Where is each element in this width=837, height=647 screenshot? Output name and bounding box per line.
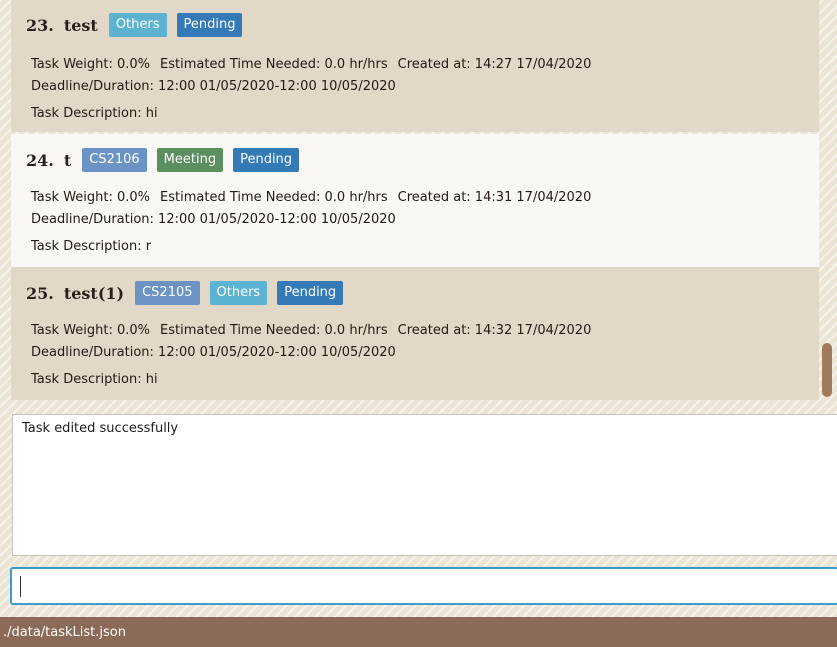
task-index: 24. [26,150,54,170]
status-badge: Pending [233,148,300,172]
module-badge: CS2106 [82,148,147,172]
task-header: 24. t CS2106 Meeting Pending [26,147,309,173]
task-deadline: Deadline/Duration: 12:00 01/05/2020-12:0… [31,79,396,94]
task-header: 23. test Others Pending [26,12,252,38]
task-deadline: Deadline/Duration: 12:00 01/05/2020-12:0… [31,212,396,227]
status-badge: Pending [277,281,344,305]
task-index: 25. [26,283,54,303]
task-list-scrollbar[interactable] [819,0,837,401]
task-card[interactable]: 24. t CS2106 Meeting Pending Task Weight… [11,134,819,267]
result-display: Task edited successfully [12,414,837,556]
task-meta-line: Task Weight: 0.0% Estimated Time Needed: … [31,323,591,338]
tag-badge: Meeting [156,148,224,172]
result-message: Task edited successfully [22,421,179,436]
task-list[interactable]: 23. test Others Pending Task Weight: 0.0… [11,0,819,401]
task-weight: Task Weight: 0.0% [31,57,151,72]
task-created: Created at: 14:32 17/04/2020 [397,323,592,338]
status-badge: Pending [176,13,243,37]
task-created: Created at: 14:27 17/04/2020 [397,57,592,72]
task-created: Created at: 14:31 17/04/2020 [397,190,592,205]
task-weight: Task Weight: 0.0% [31,323,151,338]
scrollbar-thumb[interactable] [822,343,832,397]
tag-badge: Others [209,281,268,305]
task-card[interactable]: 23. test Others Pending Task Weight: 0.0… [11,0,819,132]
task-weight: Task Weight: 0.0% [31,190,151,205]
task-deadline: Deadline/Duration: 12:00 01/05/2020-12:0… [31,345,396,360]
storage-file-path: ./data/taskList.json [3,625,126,640]
task-header: 25. test(1) CS2105 Others Pending [26,280,353,306]
tag-badge: Others [108,13,167,37]
text-cursor [20,576,21,597]
command-input[interactable] [10,567,837,605]
task-card[interactable]: 25. test(1) CS2105 Others Pending Task W… [11,267,819,400]
task-description: Task Description: hi [31,372,158,387]
task-meta-line: Task Weight: 0.0% Estimated Time Needed: … [31,190,591,205]
task-name: test(1) [63,283,125,303]
task-index: 23. [26,15,54,35]
status-bar: ./data/taskList.json [0,617,837,647]
task-name: t [63,150,72,170]
module-badge: CS2105 [135,281,200,305]
task-description: Task Description: hi [31,106,158,121]
task-time-needed: Estimated Time Needed: 0.0 hr/hrs [160,323,388,338]
task-name: test [63,15,98,35]
task-time-needed: Estimated Time Needed: 0.0 hr/hrs [160,57,388,72]
task-meta-line: Task Weight: 0.0% Estimated Time Needed: … [31,57,591,72]
task-time-needed: Estimated Time Needed: 0.0 hr/hrs [160,190,388,205]
task-description: Task Description: r [31,239,152,254]
